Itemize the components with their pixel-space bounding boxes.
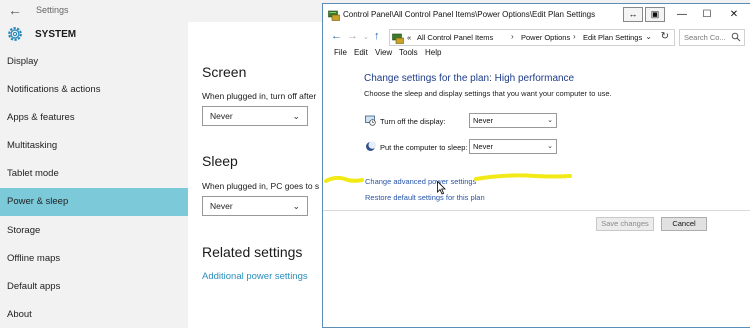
- address-bar[interactable]: « All Control Panel Items › Power Option…: [389, 29, 675, 46]
- plan-subtitle: Choose the sleep and display settings th…: [364, 89, 612, 98]
- close-button[interactable]: ✕: [720, 7, 748, 23]
- monitor-icon: [365, 115, 376, 126]
- sleep-timeout-select[interactable]: Never ⌄: [469, 139, 557, 154]
- up-arrow-icon[interactable]: ↑: [374, 30, 380, 42]
- change-advanced-power-settings-link[interactable]: Change advanced power settings: [365, 177, 476, 186]
- control-panel-icon: [392, 33, 404, 44]
- menu-view[interactable]: View: [375, 48, 392, 57]
- power-options-icon: [328, 10, 340, 21]
- display-timeout-label: Turn off the display:: [380, 117, 446, 126]
- settings-window-title: Settings: [36, 5, 69, 15]
- settings-section-title: SYSTEM: [35, 29, 77, 40]
- nav-about[interactable]: About: [0, 301, 188, 328]
- minimize-button[interactable]: —: [668, 7, 696, 23]
- chevron-down-icon: ⌄: [547, 143, 553, 150]
- display-timeout-select[interactable]: Never ⌄: [469, 113, 557, 128]
- gear-icon: [8, 27, 22, 41]
- nav-display[interactable]: Display: [0, 48, 188, 76]
- maximize-button[interactable]: ☐: [693, 7, 721, 23]
- screen-heading: Screen: [202, 64, 247, 80]
- nav-storage[interactable]: Storage: [0, 217, 188, 245]
- chevron-down-icon: ⌄: [292, 201, 300, 211]
- menu-edit[interactable]: Edit: [354, 48, 368, 57]
- chevron-down-icon: ⌄: [292, 111, 300, 121]
- settings-header: [0, 22, 188, 46]
- chevron-down-icon: ⌄: [547, 117, 553, 124]
- moon-icon: [366, 141, 376, 151]
- cp-titlebar: Control Panel\All Control Panel Items\Po…: [323, 4, 750, 27]
- sleep-heading: Sleep: [202, 153, 238, 169]
- breadcrumb-edit-plan-settings[interactable]: Edit Plan Settings: [583, 33, 642, 42]
- breadcrumb-overflow[interactable]: «: [407, 33, 411, 42]
- cp-menu-bar: File Edit View Tools Help: [323, 47, 750, 61]
- back-arrow-icon[interactable]: ←: [331, 30, 342, 42]
- search-placeholder: Search Co...: [684, 33, 726, 42]
- cancel-button[interactable]: Cancel: [661, 217, 707, 231]
- search-icon: [731, 32, 741, 42]
- plan-title: Change settings for the plan: High perfo…: [364, 73, 575, 84]
- divider: [323, 210, 750, 211]
- cp-window-title: Control Panel\All Control Panel Items\Po…: [343, 10, 596, 19]
- chevron-down-icon[interactable]: ⌄: [363, 33, 369, 41]
- screen-timeout-select[interactable]: Never ⌄: [202, 106, 308, 126]
- control-panel-window: Control Panel\All Control Panel Items\Po…: [322, 3, 750, 328]
- nav-default-apps[interactable]: Default apps: [0, 273, 188, 301]
- nav-tablet-mode[interactable]: Tablet mode: [0, 160, 188, 188]
- sleep-timeout-value: Never: [210, 201, 233, 211]
- restore-default-settings-link[interactable]: Restore default settings for this plan: [365, 193, 485, 202]
- nav-notifications-actions[interactable]: Notifications & actions: [0, 76, 188, 104]
- screen-timeout-value: Never: [210, 111, 233, 121]
- display-timeout-value: Never: [473, 116, 494, 125]
- cp-address-row: ← → ⌄ ↑ « All Control Panel Items › Powe…: [323, 27, 750, 47]
- sleep-timeout-value: Never: [473, 142, 494, 151]
- sleep-timeout-label: Put the computer to sleep:: [380, 143, 468, 152]
- sleep-timeout-select[interactable]: Never ⌄: [202, 196, 308, 216]
- mouse-cursor-icon: [437, 181, 446, 195]
- menu-tools[interactable]: Tools: [399, 48, 418, 57]
- additional-power-settings-link[interactable]: Additional power settings: [202, 271, 308, 282]
- fullscreen-icon[interactable]: ▣: [645, 7, 665, 22]
- forward-arrow-icon[interactable]: →: [347, 30, 358, 42]
- chevron-down-icon[interactable]: ⌄: [645, 32, 652, 41]
- cp-content: Change settings for the plan: High perfo…: [323, 61, 750, 328]
- save-changes-button[interactable]: Save changes: [596, 217, 654, 231]
- breadcrumb-power-options[interactable]: Power Options: [521, 33, 570, 42]
- nav-offline-maps[interactable]: Offline maps: [0, 245, 188, 273]
- nav-multitasking[interactable]: Multitasking: [0, 132, 188, 160]
- breadcrumb-all-control-panel-items[interactable]: All Control Panel Items: [417, 33, 493, 42]
- chevron-right-icon[interactable]: ›: [573, 32, 576, 41]
- screen-plugged-label: When plugged in, turn off after: [202, 91, 317, 101]
- back-arrow-icon[interactable]: ←: [8, 2, 22, 18]
- menu-file[interactable]: File: [334, 48, 347, 57]
- menu-help[interactable]: Help: [425, 48, 441, 57]
- chevron-right-icon[interactable]: ›: [511, 32, 514, 41]
- nav-apps-features[interactable]: Apps & features: [0, 104, 188, 132]
- nav-power-sleep[interactable]: Power & sleep: [0, 188, 188, 216]
- related-settings-heading: Related settings: [202, 244, 303, 260]
- restore-window-icon[interactable]: ↔: [623, 7, 643, 22]
- refresh-icon[interactable]: ↻: [661, 31, 669, 42]
- settings-sidebar: Display Notifications & actions Apps & f…: [0, 46, 188, 328]
- search-input[interactable]: Search Co...: [679, 29, 745, 46]
- sleep-plugged-label: When plugged in, PC goes to s: [202, 181, 320, 191]
